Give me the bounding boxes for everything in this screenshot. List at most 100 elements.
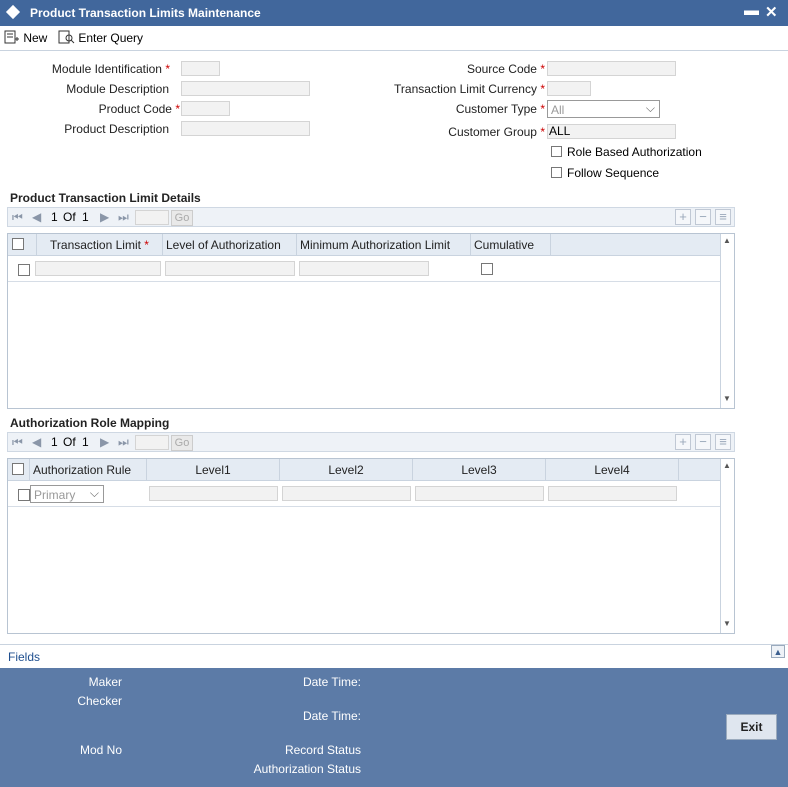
limit-details-pager: ⏮ ◀ 1 Of 1 ▶ ⏭ Go + − ≡ — [7, 207, 735, 227]
checker-date-time-label: Date Time: — [302, 709, 361, 723]
record-status-label: Record Status — [284, 743, 361, 757]
role-based-authorization-label: Role Based Authorization — [567, 145, 702, 159]
role-based-authorization-checkbox[interactable] — [551, 146, 562, 157]
page-number-input[interactable] — [135, 210, 169, 225]
enter-query-label: Enter Query — [78, 31, 144, 45]
first-page-icon[interactable]: ⏮ — [12, 210, 23, 225]
new-icon — [4, 30, 19, 44]
go-button[interactable]: Go — [171, 435, 193, 451]
first-page-icon[interactable]: ⏮ — [12, 435, 23, 450]
prev-page-icon[interactable]: ◀ — [32, 435, 41, 449]
current-page: 1 — [51, 210, 58, 224]
column-header-level3: Level3 — [413, 459, 546, 481]
prev-page-icon[interactable]: ◀ — [32, 210, 41, 224]
add-row-icon[interactable]: + — [675, 434, 691, 450]
single-view-icon[interactable]: ≡ — [715, 434, 731, 450]
new-button[interactable]: New — [4, 30, 47, 45]
query-icon — [58, 30, 75, 44]
minimize-icon[interactable]: ▬ — [744, 2, 759, 19]
vertical-scrollbar[interactable]: ▲ ▼ — [720, 459, 734, 633]
column-header-cumulative: Cumulative — [471, 234, 551, 256]
total-pages: 1 — [82, 210, 89, 224]
module-description-input[interactable] — [181, 81, 310, 96]
customer-type-label: Customer Type * — [380, 102, 545, 116]
required-mark: * — [144, 238, 149, 252]
enter-query-button[interactable]: Enter Query — [58, 30, 143, 45]
page-number-input[interactable] — [135, 435, 169, 450]
level4-input[interactable] — [548, 486, 677, 501]
product-code-text: Product Code — [98, 102, 172, 116]
row-select-checkbox[interactable] — [18, 489, 30, 501]
mod-no-label: Mod No — [79, 743, 122, 757]
follow-sequence-checkbox[interactable] — [551, 167, 562, 178]
table-row — [8, 256, 720, 282]
role-mapping-pager: ⏮ ◀ 1 Of 1 ▶ ⏭ Go + − ≡ — [7, 432, 735, 452]
fields-link[interactable]: Fields — [8, 650, 40, 664]
transaction-limit-input[interactable] — [35, 261, 161, 276]
last-page-icon[interactable]: ⏭ — [118, 435, 129, 450]
scroll-down-icon[interactable]: ▼ — [723, 394, 731, 403]
vertical-scrollbar[interactable]: ▲ ▼ — [720, 234, 734, 408]
single-view-icon[interactable]: ≡ — [715, 209, 731, 225]
source-code-text: Source Code — [466, 62, 537, 76]
level3-input[interactable] — [415, 486, 544, 501]
column-header-level4: Level4 — [546, 459, 679, 481]
chevron-down-icon: ⌵ — [89, 486, 99, 500]
app-icon — [5, 4, 21, 20]
required-mark: * — [540, 102, 545, 116]
select-all-cell — [8, 459, 30, 481]
scroll-down-icon[interactable]: ▼ — [723, 619, 731, 628]
minimum-authorization-limit-input[interactable] — [299, 261, 429, 276]
maker-date-time-label: Date Time: — [302, 675, 361, 689]
row-select-checkbox[interactable] — [18, 264, 30, 276]
toolbar: New Enter Query — [0, 26, 788, 51]
next-page-icon[interactable]: ▶ — [100, 210, 109, 224]
module-identification-input[interactable] — [181, 61, 220, 76]
required-mark: * — [175, 102, 180, 116]
follow-sequence-label: Follow Sequence — [567, 166, 660, 180]
source-code-label: Source Code * — [380, 62, 545, 76]
module-description-label: Module Description — [66, 82, 169, 96]
grid-header: Transaction Limit * Level of Authorizati… — [8, 234, 720, 256]
product-description-label: Product Description — [64, 122, 169, 136]
delete-row-icon[interactable]: − — [695, 209, 711, 225]
column-header-minimum-authorization-limit: Minimum Authorization Limit — [297, 234, 471, 256]
go-button[interactable]: Go — [171, 210, 193, 226]
fields-bar: Fields ▲ — [0, 644, 788, 669]
level1-input[interactable] — [149, 486, 278, 501]
customer-group-label: Customer Group * — [380, 125, 545, 139]
level2-input[interactable] — [282, 486, 411, 501]
close-icon[interactable]: ✕ — [765, 3, 778, 21]
product-description-input[interactable] — [181, 121, 310, 136]
module-identification-label: Module Identification * — [20, 62, 170, 76]
customer-type-select[interactable]: All ⌵ — [547, 100, 660, 118]
total-pages: 1 — [82, 435, 89, 449]
grid-header: Authorization Rule Level1 Level2 Level3 … — [8, 459, 720, 481]
select-all-cell — [8, 234, 37, 256]
exit-button[interactable]: Exit — [726, 714, 777, 740]
customer-type-text: Customer Type — [455, 102, 537, 116]
next-page-icon[interactable]: ▶ — [100, 435, 109, 449]
select-all-checkbox[interactable] — [12, 463, 24, 475]
table-row: Primary ⌵ — [8, 481, 720, 507]
select-all-checkbox[interactable] — [12, 238, 24, 250]
source-code-input[interactable] — [547, 61, 676, 76]
scroll-up-icon[interactable]: ▲ — [723, 236, 731, 245]
add-row-icon[interactable]: + — [675, 209, 691, 225]
checker-label: Checker — [77, 694, 122, 708]
column-label: Transaction Limit — [50, 238, 141, 252]
last-page-icon[interactable]: ⏭ — [118, 210, 129, 225]
level-of-authorization-input[interactable] — [165, 261, 295, 276]
of-label: Of — [63, 435, 76, 449]
maker-label: Maker — [88, 675, 122, 689]
role-mapping-grid: Authorization Rule Level1 Level2 Level3 … — [7, 458, 735, 634]
authorization-rule-select[interactable]: Primary ⌵ — [30, 485, 104, 503]
collapse-icon[interactable]: ▲ — [771, 645, 785, 658]
transaction-limit-currency-text: Transaction Limit Currency — [394, 82, 537, 96]
scroll-up-icon[interactable]: ▲ — [723, 461, 731, 470]
customer-group-input[interactable]: ALL — [547, 124, 676, 139]
product-code-input[interactable] — [181, 101, 230, 116]
delete-row-icon[interactable]: − — [695, 434, 711, 450]
transaction-limit-currency-input[interactable] — [547, 81, 591, 96]
cumulative-checkbox[interactable] — [481, 263, 493, 275]
